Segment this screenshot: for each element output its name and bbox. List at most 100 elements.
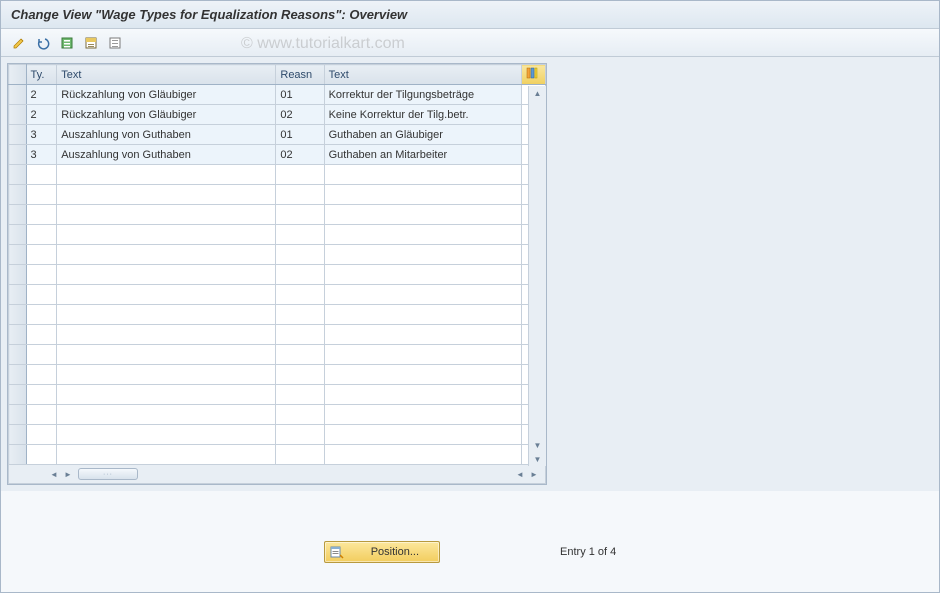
scroll-down-arrow-icon[interactable]: ▼	[529, 452, 546, 466]
cell-reasn[interactable]	[276, 245, 324, 265]
row-selector[interactable]	[9, 85, 27, 105]
cell-reasn[interactable]	[276, 325, 324, 345]
cell-text1[interactable]	[57, 365, 276, 385]
cell-ty[interactable]: 2	[26, 105, 57, 125]
row-selector[interactable]	[9, 245, 27, 265]
cell-text2[interactable]	[324, 405, 521, 425]
cell-text1[interactable]	[57, 405, 276, 425]
cell-text2[interactable]	[324, 165, 521, 185]
cell-reasn[interactable]	[276, 305, 324, 325]
cell-reasn[interactable]	[276, 285, 324, 305]
vertical-scrollbar[interactable]: ▲ ▼ ▼	[528, 86, 546, 466]
row-selector[interactable]	[9, 205, 27, 225]
cell-ty[interactable]	[26, 405, 57, 425]
row-selector[interactable]	[9, 365, 27, 385]
table-row-empty[interactable]	[9, 445, 546, 465]
table-row-empty[interactable]	[9, 385, 546, 405]
cell-reasn[interactable]	[276, 405, 324, 425]
cell-reasn[interactable]	[276, 445, 324, 465]
table-row-empty[interactable]	[9, 365, 546, 385]
cell-text2[interactable]	[324, 285, 521, 305]
table-row-empty[interactable]	[9, 345, 546, 365]
cell-ty[interactable]	[26, 385, 57, 405]
deselect-icon[interactable]	[105, 34, 125, 52]
cell-text1[interactable]: Auszahlung von Guthaben	[57, 145, 276, 165]
scroll-up-arrow-icon[interactable]: ▲	[529, 86, 546, 100]
column-header-text2[interactable]: Text	[324, 65, 521, 85]
table-row-empty[interactable]	[9, 225, 546, 245]
select-all-icon[interactable]	[57, 34, 77, 52]
cell-text1[interactable]	[57, 285, 276, 305]
cell-text1[interactable]	[57, 245, 276, 265]
table-row-empty[interactable]	[9, 285, 546, 305]
cell-text2[interactable]	[324, 205, 521, 225]
cell-text1[interactable]	[57, 325, 276, 345]
cell-ty[interactable]	[26, 445, 57, 465]
cell-reasn[interactable]: 01	[276, 85, 324, 105]
cell-reasn[interactable]	[276, 365, 324, 385]
cell-ty[interactable]	[26, 265, 57, 285]
scroll-right-end-arrow-icon[interactable]: ►	[527, 470, 541, 479]
column-header-reasn[interactable]: Reasn	[276, 65, 324, 85]
cell-ty[interactable]	[26, 225, 57, 245]
cell-text1[interactable]	[57, 225, 276, 245]
cell-text2[interactable]	[324, 185, 521, 205]
cell-reasn[interactable]	[276, 165, 324, 185]
cell-text2[interactable]	[324, 425, 521, 445]
table-row-empty[interactable]	[9, 425, 546, 445]
cell-text2[interactable]: Guthaben an Gläubiger	[324, 125, 521, 145]
table-row[interactable]: 2Rückzahlung von Gläubiger02Keine Korrek…	[9, 105, 546, 125]
scroll-left-end-arrow-icon[interactable]: ◄	[513, 470, 527, 479]
row-selector[interactable]	[9, 285, 27, 305]
cell-ty[interactable]: 3	[26, 125, 57, 145]
row-selector[interactable]	[9, 265, 27, 285]
configure-columns-icon[interactable]	[521, 65, 545, 85]
cell-text1[interactable]	[57, 265, 276, 285]
cell-ty[interactable]	[26, 245, 57, 265]
cell-ty[interactable]	[26, 305, 57, 325]
row-selector[interactable]	[9, 425, 27, 445]
table-row-empty[interactable]	[9, 185, 546, 205]
cell-reasn[interactable]	[276, 265, 324, 285]
row-selector[interactable]	[9, 445, 27, 465]
table-row-empty[interactable]	[9, 325, 546, 345]
row-selector[interactable]	[9, 125, 27, 145]
cell-text2[interactable]	[324, 365, 521, 385]
cell-text2[interactable]: Keine Korrektur der Tilg.betr.	[324, 105, 521, 125]
cell-text2[interactable]	[324, 305, 521, 325]
edit-icon[interactable]	[9, 34, 29, 52]
table-row-empty[interactable]	[9, 305, 546, 325]
cell-reasn[interactable]: 02	[276, 145, 324, 165]
table-row-empty[interactable]	[9, 165, 546, 185]
cell-text1[interactable]	[57, 205, 276, 225]
row-selector[interactable]	[9, 225, 27, 245]
cell-text2[interactable]	[324, 345, 521, 365]
cell-reasn[interactable]	[276, 385, 324, 405]
row-selector[interactable]	[9, 325, 27, 345]
cell-text2[interactable]	[324, 385, 521, 405]
cell-text1[interactable]	[57, 165, 276, 185]
cell-reasn[interactable]	[276, 205, 324, 225]
cell-text1[interactable]	[57, 345, 276, 365]
cell-text1[interactable]	[57, 185, 276, 205]
row-selector[interactable]	[9, 385, 27, 405]
cell-text1[interactable]: Rückzahlung von Gläubiger	[57, 105, 276, 125]
table-row-empty[interactable]	[9, 205, 546, 225]
cell-text2[interactable]	[324, 265, 521, 285]
row-selector[interactable]	[9, 145, 27, 165]
select-block-icon[interactable]	[81, 34, 101, 52]
cell-ty[interactable]: 2	[26, 85, 57, 105]
undo-icon[interactable]	[33, 34, 53, 52]
cell-ty[interactable]	[26, 345, 57, 365]
column-header-text1[interactable]: Text	[57, 65, 276, 85]
cell-ty[interactable]	[26, 365, 57, 385]
cell-text2[interactable]	[324, 325, 521, 345]
scroll-down-arrow-icon[interactable]: ▼	[529, 438, 546, 452]
cell-reasn[interactable]	[276, 225, 324, 245]
cell-text2[interactable]: Guthaben an Mitarbeiter	[324, 145, 521, 165]
row-selector[interactable]	[9, 105, 27, 125]
cell-ty[interactable]: 3	[26, 145, 57, 165]
cell-text2[interactable]	[324, 445, 521, 465]
scroll-left-arrow-icon[interactable]: ◄	[47, 470, 61, 479]
cell-ty[interactable]	[26, 325, 57, 345]
